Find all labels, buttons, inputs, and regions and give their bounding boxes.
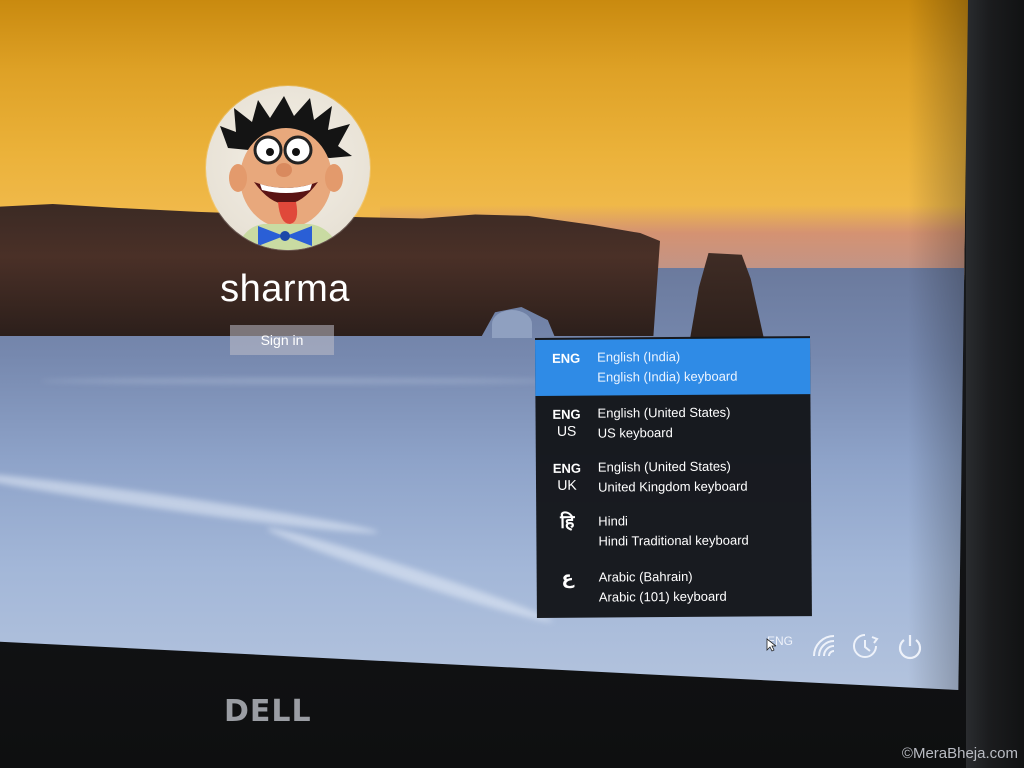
language-code-main: हि xyxy=(560,511,575,532)
language-details: English (United States) US keyboard xyxy=(597,395,730,444)
language-name: English (United States) xyxy=(597,458,731,475)
network-wifi-icon[interactable] xyxy=(810,632,840,662)
language-code-sub: US xyxy=(556,422,577,439)
language-code: ENG UK xyxy=(536,450,598,494)
watermark-text: ©MeraBheja.com xyxy=(901,745,1018,762)
language-name: Arabic (Bahrain) xyxy=(598,568,693,585)
language-details: Arabic (Bahrain) Arabic (101) keyboard xyxy=(599,559,727,608)
lock-screen: sharma Sign in ENG English (India) Engli… xyxy=(0,0,968,690)
mouse-cursor-icon xyxy=(766,638,776,652)
user-name: sharma xyxy=(220,268,350,310)
sign-in-button[interactable]: Sign in xyxy=(230,325,334,355)
language-details: English (United States) United Kingdom k… xyxy=(598,449,748,498)
language-code-main: ENG xyxy=(552,460,582,476)
user-avatar xyxy=(206,86,370,250)
background-arch-opening xyxy=(492,310,532,338)
power-icon[interactable] xyxy=(895,631,925,661)
language-item-arabic[interactable]: ع Arabic (Bahrain) Arabic (101) keyboard xyxy=(537,558,812,616)
language-item-english-uk[interactable]: ENG UK English (United States) United Ki… xyxy=(536,448,811,506)
keyboard-name: English (India) keyboard xyxy=(597,368,738,385)
language-item-english-us[interactable]: ENG US English (United States) US keyboa… xyxy=(535,394,810,452)
cartoon-face-icon xyxy=(220,96,352,250)
input-language-flyout: ENG English (India) English (India) keyb… xyxy=(535,336,812,618)
keyboard-name: United Kingdom keyboard xyxy=(597,478,748,495)
keyboard-name: Arabic (101) keyboard xyxy=(598,588,727,605)
laptop-bezel-right xyxy=(966,0,1024,768)
language-code: हि xyxy=(536,504,598,532)
language-details: Hindi Hindi Traditional keyboard xyxy=(598,503,749,552)
language-code-main: ع xyxy=(561,567,574,588)
keyboard-name: US keyboard xyxy=(597,425,673,441)
keyboard-name: Hindi Traditional keyboard xyxy=(598,532,749,549)
dell-logo: DELL xyxy=(224,694,312,729)
language-item-english-india[interactable]: ENG English (India) English (India) keyb… xyxy=(535,338,811,396)
background-wave xyxy=(40,378,560,384)
background-wave xyxy=(265,521,555,629)
language-details: English (India) English (India) keyboard xyxy=(597,339,738,388)
language-code-main: ENG xyxy=(551,350,581,366)
language-code-main: ENG xyxy=(552,406,581,422)
ease-of-access-icon[interactable] xyxy=(850,631,880,661)
language-code-sub: UK xyxy=(557,476,577,493)
language-name: English (United States) xyxy=(597,404,731,421)
language-code: ENG US xyxy=(535,396,597,440)
language-name: Hindi xyxy=(598,513,628,529)
background-wave xyxy=(0,466,379,540)
language-code: ع xyxy=(537,560,599,588)
screen-edge-shadow xyxy=(908,0,968,690)
language-code: ENG xyxy=(535,340,597,367)
language-name: English (India) xyxy=(597,348,681,365)
language-item-hindi[interactable]: हि Hindi Hindi Traditional keyboard xyxy=(536,502,811,560)
